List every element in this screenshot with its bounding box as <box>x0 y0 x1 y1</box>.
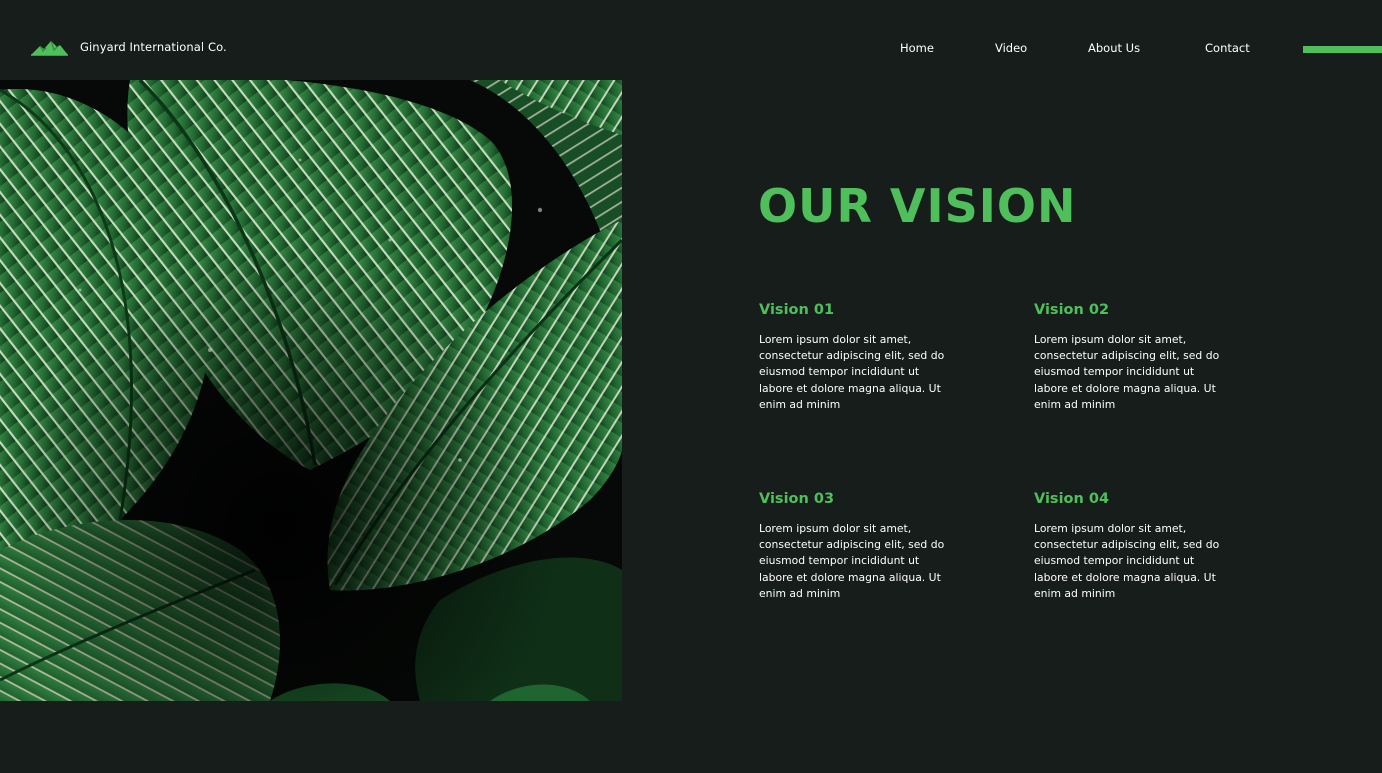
vision-card-title: Vision 01 <box>759 302 835 318</box>
nav-home-link[interactable]: Home <box>900 41 934 55</box>
nav-contact-link[interactable]: Contact <box>1205 41 1250 55</box>
nav-video-link[interactable]: Video <box>995 41 1027 55</box>
vision-card-title: Vision 02 <box>1034 302 1110 318</box>
vision-card-title: Vision 03 <box>759 491 835 507</box>
page: Ginyard International Co. Home Video Abo… <box>0 0 1382 773</box>
vision-card-03: Vision 03 Lorem ipsum dolor sit amet, co… <box>759 489 959 602</box>
nav-about-us-link[interactable]: About Us <box>1088 41 1140 55</box>
main-nav: Home Video About Us Contact <box>0 41 1382 59</box>
vision-card-title: Vision 04 <box>1034 491 1110 507</box>
vision-card-text: Lorem ipsum dolor sit amet, consectetur … <box>759 522 945 600</box>
vision-card-text: Lorem ipsum dolor sit amet, consectetur … <box>1034 333 1220 411</box>
vision-card-04: Vision 04 Lorem ipsum dolor sit amet, co… <box>1034 489 1234 602</box>
vision-card-01: Vision 01 Lorem ipsum dolor sit amet, co… <box>759 300 959 413</box>
vision-card-text: Lorem ipsum dolor sit amet, consectetur … <box>1034 522 1220 600</box>
nav-accent-bar <box>1303 46 1382 53</box>
calathea-leaves-photo <box>0 80 622 701</box>
vision-card-02: Vision 02 Lorem ipsum dolor sit amet, co… <box>1034 300 1234 413</box>
vision-card-text: Lorem ipsum dolor sit amet, consectetur … <box>759 333 945 411</box>
vision-title: OUR VISION <box>758 179 1077 233</box>
